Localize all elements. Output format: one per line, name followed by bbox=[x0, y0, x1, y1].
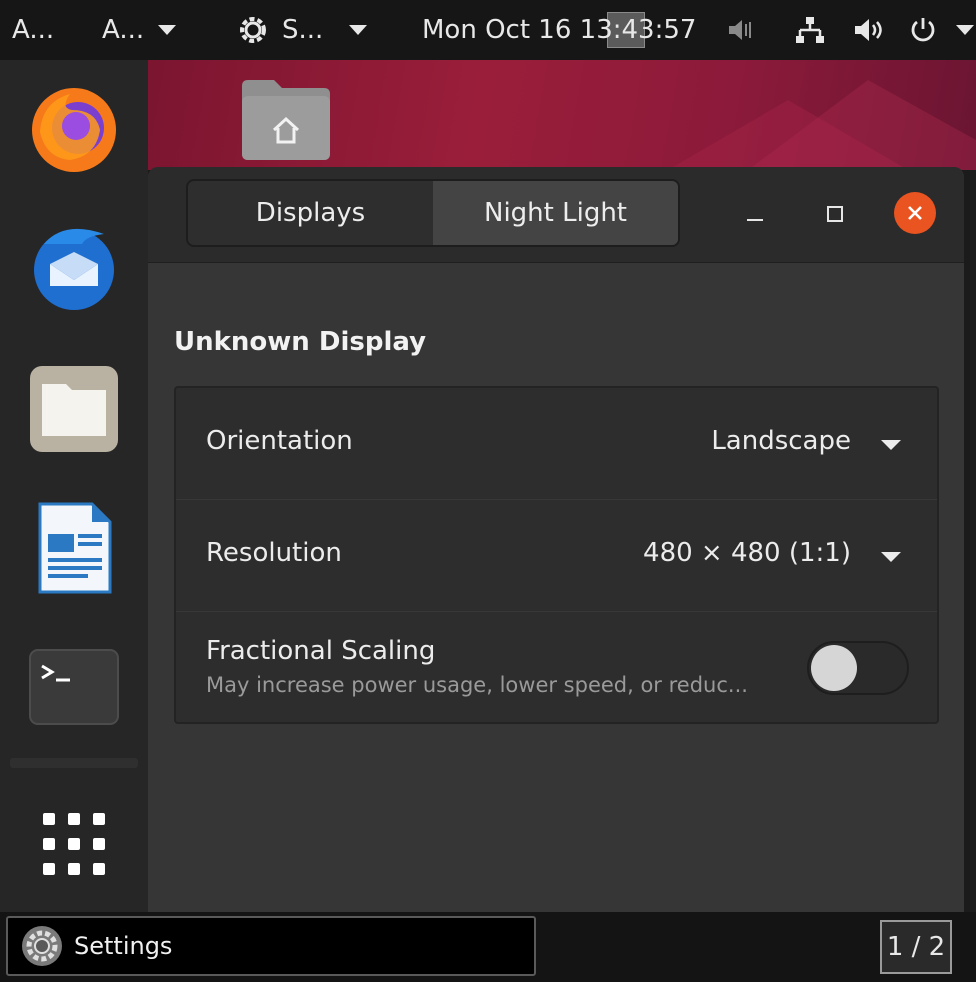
show-apps-button[interactable] bbox=[24, 794, 124, 894]
files-icon bbox=[30, 366, 118, 452]
network-icon bbox=[796, 17, 824, 43]
fractional-scaling-description: May increase power usage, lower speed, o… bbox=[206, 673, 748, 697]
chevron-down-icon bbox=[349, 25, 368, 35]
firefox-icon bbox=[32, 88, 116, 172]
fractional-scaling-row: Fractional Scaling May increase power us… bbox=[176, 612, 937, 722]
chevron-down-icon bbox=[158, 25, 177, 35]
network-indicator[interactable] bbox=[794, 0, 826, 60]
app-menu-label: A... bbox=[102, 15, 145, 45]
dock-item-firefox[interactable] bbox=[24, 78, 124, 178]
volume-indicator[interactable] bbox=[852, 0, 884, 60]
minimize-button[interactable] bbox=[734, 193, 776, 235]
top-bar: A... A... S... Mon Oct 16 13:43:57 bbox=[0, 0, 976, 60]
resolution-value: 480 × 480 (1:1) bbox=[643, 538, 851, 568]
tab-night-light[interactable]: Night Light bbox=[433, 181, 678, 245]
terminal-icon bbox=[29, 649, 119, 725]
app-grid-icon bbox=[43, 813, 105, 875]
resolution-row[interactable]: Resolution 480 × 480 (1:1) bbox=[176, 500, 937, 612]
chevron-down-icon bbox=[956, 25, 974, 35]
workspace-indicator[interactable]: 1 / 2 bbox=[880, 920, 952, 974]
minimize-icon bbox=[747, 219, 763, 221]
clock-button[interactable]: Mon Oct 16 13:43:57 bbox=[422, 0, 696, 60]
desktop-wallpaper bbox=[148, 60, 976, 170]
window-headerbar: Displays Night Light bbox=[148, 167, 964, 263]
dock-separator bbox=[10, 758, 138, 768]
home-folder-icon[interactable] bbox=[238, 76, 334, 164]
resolution-label: Resolution bbox=[206, 538, 342, 568]
gear-icon bbox=[22, 926, 62, 966]
switch-knob bbox=[811, 645, 857, 691]
mic-icon bbox=[729, 20, 751, 40]
mic-indicator[interactable] bbox=[726, 0, 756, 60]
dock-item-terminal[interactable] bbox=[24, 638, 124, 738]
fractional-scaling-label: Fractional Scaling bbox=[206, 636, 436, 666]
dock-item-thunderbird[interactable] bbox=[24, 214, 124, 314]
activities-label: A... bbox=[12, 15, 55, 45]
settings-menu-label: S... bbox=[282, 15, 324, 45]
close-button[interactable] bbox=[894, 192, 936, 234]
tab-displays[interactable]: Displays bbox=[188, 181, 433, 245]
app-menu[interactable]: A... bbox=[102, 0, 177, 60]
display-settings-list: Orientation Landscape Resolution 480 × 4… bbox=[174, 386, 939, 724]
taskbar-item-label: Settings bbox=[74, 932, 173, 960]
settings-window: Displays Night Light Unknown Display Ori… bbox=[148, 167, 964, 912]
clock-label: Mon Oct 16 13:43:57 bbox=[422, 15, 697, 45]
workspace-label: 1 / 2 bbox=[886, 932, 946, 962]
fractional-scaling-switch[interactable] bbox=[807, 641, 909, 695]
dock-item-writer[interactable] bbox=[24, 498, 124, 598]
power-icon bbox=[911, 18, 935, 42]
writer-icon bbox=[38, 502, 112, 594]
thunderbird-icon bbox=[34, 228, 114, 310]
tab-displays-label: Displays bbox=[255, 198, 366, 228]
system-menu[interactable] bbox=[908, 0, 974, 60]
gear-icon bbox=[240, 17, 266, 43]
dock-item-files[interactable] bbox=[24, 358, 124, 458]
orientation-value: Landscape bbox=[711, 426, 851, 456]
bottom-taskbar: Settings 1 / 2 bbox=[0, 912, 976, 982]
display-name-heading: Unknown Display bbox=[174, 327, 427, 357]
tab-night-light-label: Night Light bbox=[484, 198, 627, 228]
volume-icon bbox=[855, 19, 882, 41]
taskbar-item-settings[interactable]: Settings bbox=[6, 916, 536, 976]
orientation-row[interactable]: Orientation Landscape bbox=[176, 388, 937, 500]
dock bbox=[0, 60, 148, 912]
orientation-label: Orientation bbox=[206, 426, 353, 456]
chevron-down-icon bbox=[881, 440, 901, 450]
settings-app-menu[interactable]: S... bbox=[236, 0, 368, 60]
maximize-icon bbox=[827, 206, 843, 222]
maximize-button[interactable] bbox=[814, 193, 856, 235]
chevron-down-icon bbox=[881, 552, 901, 562]
view-switcher: Displays Night Light bbox=[186, 179, 680, 247]
close-icon bbox=[908, 206, 922, 220]
activities-button[interactable]: A... bbox=[12, 0, 54, 60]
